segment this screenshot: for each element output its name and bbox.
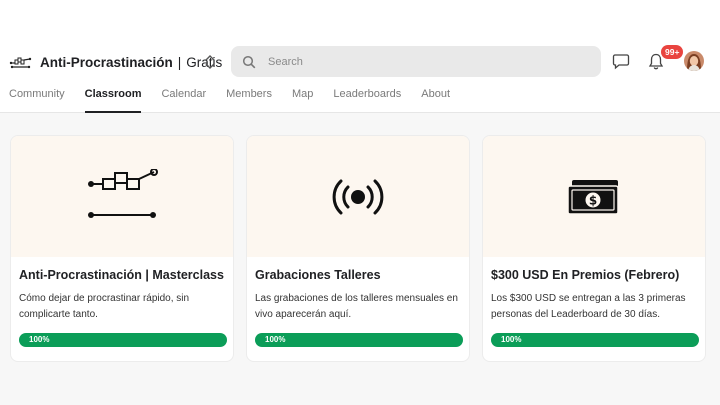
course-description: Las grabaciones de los talleres mensuale… (255, 293, 458, 320)
course-cover (11, 136, 233, 257)
search-bar[interactable] (231, 46, 601, 77)
group-switcher[interactable]: Anti-Procrastinación | Gratis (9, 50, 222, 74)
nav-tabs: Community Classroom Calendar Members Map… (9, 88, 470, 113)
tab-leaderboards[interactable]: Leaderboards (333, 88, 401, 113)
course-title: $300 USD En Premios (Febrero) (491, 268, 680, 282)
course-description: Cómo dejar de procrastinar rápido, sin c… (19, 293, 190, 320)
avatar[interactable] (684, 51, 704, 71)
broadcast-icon (332, 179, 384, 214)
top-header: Anti-Procrastinación | Gratis 99+ (0, 0, 720, 113)
course-progress-bar: 100% (255, 333, 463, 347)
circuit-icon (88, 168, 158, 218)
progress-label: 100% (265, 335, 286, 344)
tab-members[interactable]: Members (226, 88, 272, 113)
progress-label: 100% (501, 335, 522, 344)
chat-icon[interactable] (612, 53, 630, 70)
tab-calendar[interactable]: Calendar (161, 88, 206, 113)
notification-badge: 99+ (661, 45, 684, 59)
progress-label: 100% (29, 335, 50, 344)
tab-community[interactable]: Community (9, 88, 65, 113)
group-name: Anti-Procrastinación (40, 54, 173, 70)
search-input[interactable] (268, 55, 568, 68)
search-icon (242, 55, 256, 68)
tab-classroom[interactable]: Classroom (84, 88, 141, 113)
tab-about[interactable]: About (421, 88, 450, 113)
course-title: Anti-Procrastinación | Masterclass (19, 268, 224, 282)
title-separator: | (177, 54, 182, 70)
chevron-up-down-icon[interactable] (203, 54, 217, 70)
course-card[interactable]: Anti-Procrastinación | Masterclass Cómo … (10, 135, 234, 362)
svg-text:$: $ (589, 193, 597, 207)
course-progress-bar: 100% (19, 333, 227, 347)
tab-map[interactable]: Map (292, 88, 313, 113)
course-description: Los $300 USD se entregan a las 3 primera… (491, 293, 686, 320)
money-icon: $ (567, 179, 619, 215)
course-progress-bar: 100% (491, 333, 699, 347)
course-cover: $ (483, 136, 705, 257)
course-card[interactable]: $ $300 USD En Premios (Febrero) Los $300… (482, 135, 706, 362)
circuit-logo-icon (9, 50, 33, 74)
course-card[interactable]: Grabaciones Talleres Las grabaciones de … (246, 135, 470, 362)
course-title: Grabaciones Talleres (255, 268, 381, 282)
course-cover (247, 136, 469, 257)
